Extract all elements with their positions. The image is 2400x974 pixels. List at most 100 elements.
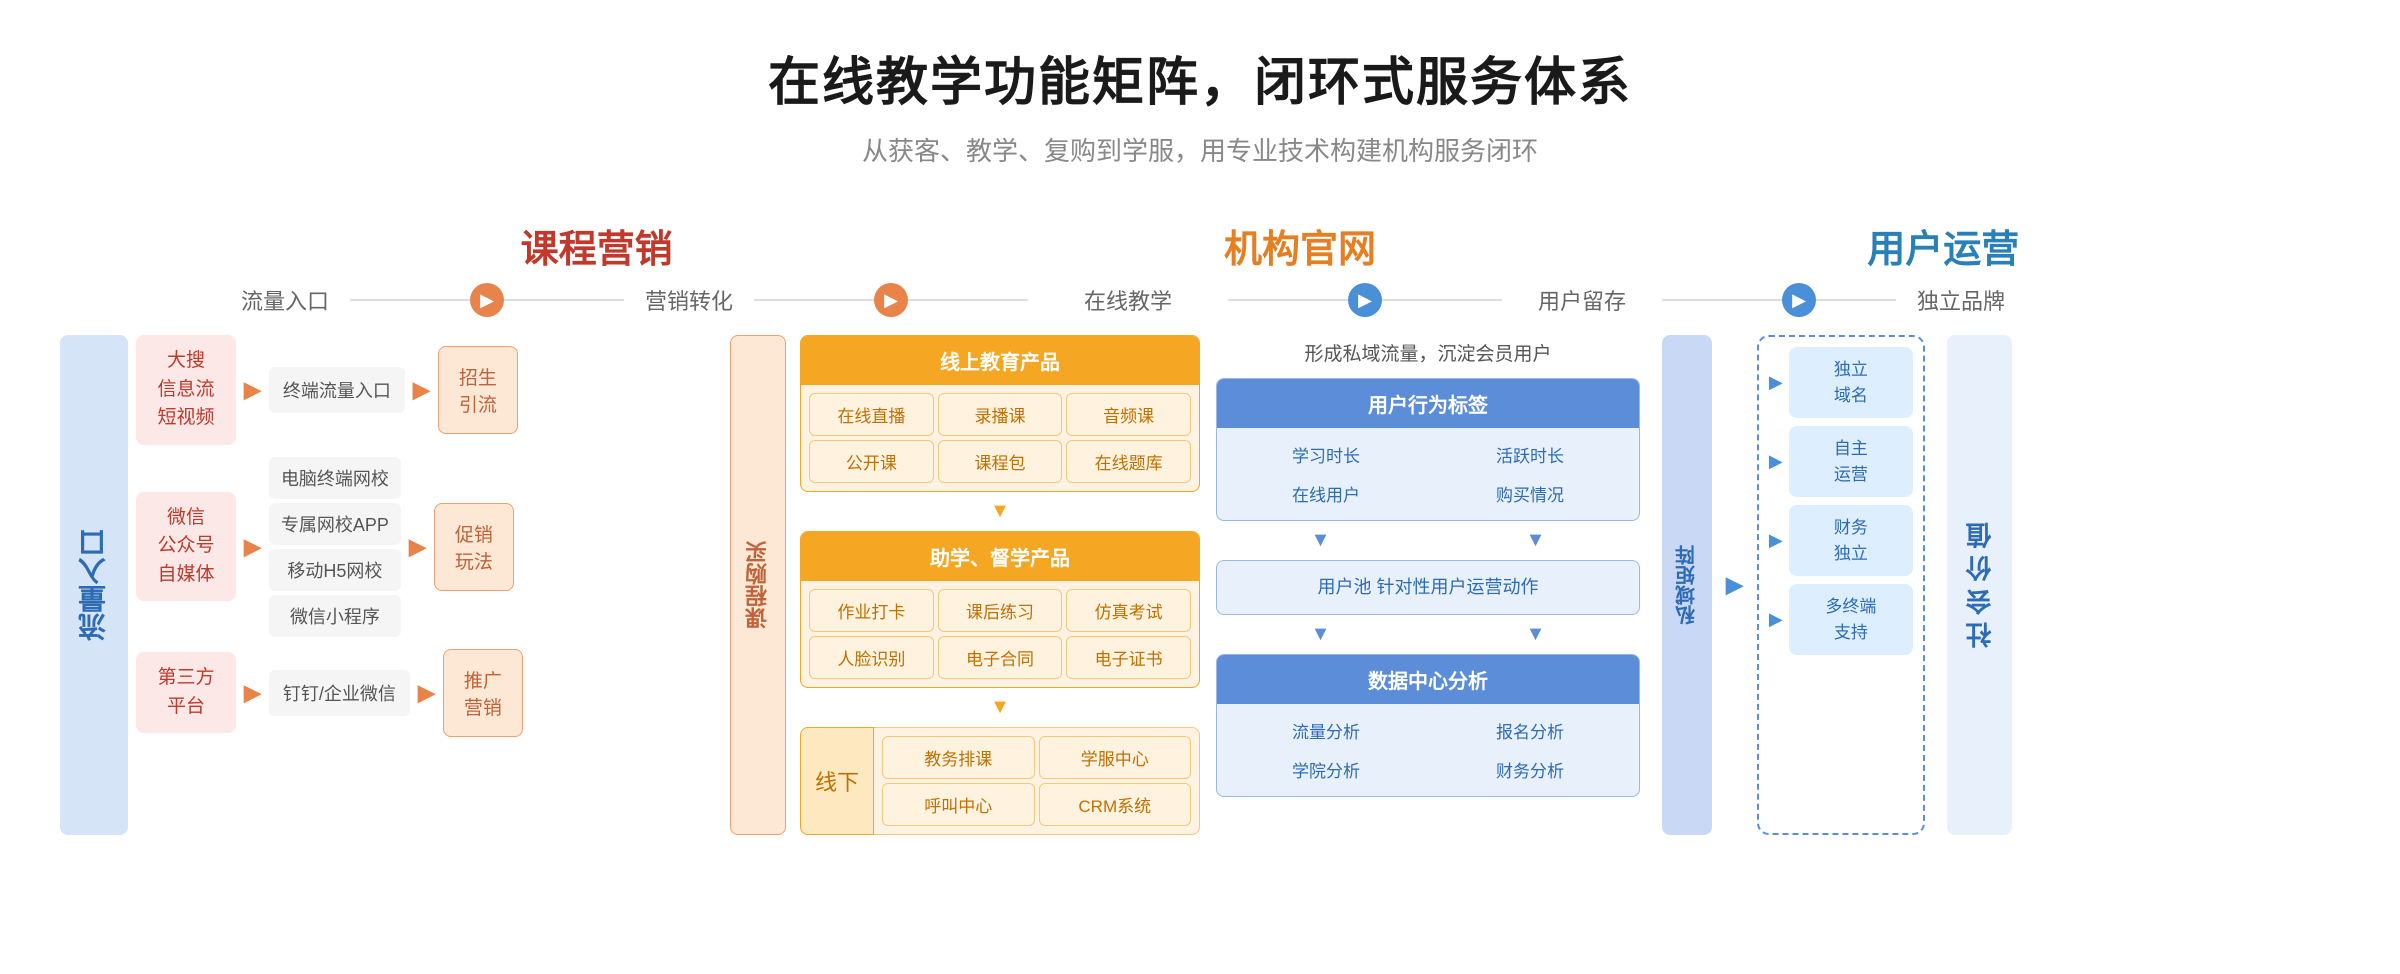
down-arrows-row: ▼ ▼ — [1216, 529, 1640, 552]
endpoint-2-2: 专属网校APP — [269, 503, 401, 545]
endpoints-2: 电脑终端网校 专属网校APP 移动H5网校 微信小程序 — [269, 457, 401, 637]
assist-3: 仿真考试 — [1066, 589, 1191, 632]
online-products-section: 线上教育产品 在线直播 录播课 音频课 公开课 课程包 在线题库 — [800, 335, 1200, 492]
assist-5: 电子合同 — [938, 636, 1063, 679]
endpoint-1-1: 终端流量入口 — [269, 367, 405, 413]
arrow-2: ▶ — [244, 534, 261, 560]
brand-item-2-row: ▶ 自主运营 — [1769, 426, 1913, 497]
arrow-blue-1: ▶ — [1348, 283, 1382, 317]
arrow-2b: ▶ — [409, 534, 426, 560]
data-center-section: 数据中心分析 流量分析 报名分析 学院分析 财务分析 — [1216, 654, 1640, 797]
page-wrapper: 在线教学功能矩阵，闭环式服务体系 从获客、教学、复购到学服，用专业技术构建机构服… — [0, 0, 2400, 875]
down-arrow-6: ▼ — [1431, 623, 1640, 646]
endpoints-3: 钉钉/企业微信 — [269, 670, 410, 716]
course-buy-label: 课程购买 — [730, 335, 786, 835]
brand-item-4: 多终端支持 — [1789, 584, 1913, 655]
brand-item-1: 独立域名 — [1789, 347, 1913, 418]
col-header-official: 机构官网 — [1090, 218, 1510, 273]
arrow-orange-2: ▶ — [874, 283, 908, 317]
brand-arrow-3: ▶ — [1769, 530, 1783, 551]
stage-online: 在线教学 — [1028, 284, 1228, 316]
traffic-source-2: 微信公众号自媒体 — [136, 492, 236, 602]
line2 — [504, 299, 624, 301]
data-grid: 流量分析 报名分析 学院分析 财务分析 — [1217, 704, 1639, 796]
brand-col: ▶ 独立域名 ▶ 自主运营 ▶ 财务独立 ▶ 多终端支持 — [1751, 335, 1931, 835]
col-headers: 课程营销 机构官网 用户运营 — [60, 218, 2340, 273]
traffic-source-3: 第三方平台 — [136, 652, 236, 733]
behavior-4: 购买情况 — [1431, 477, 1629, 510]
page-subtitle: 从获客、教学、复购到学服，用专业技术构建机构服务闭环 — [60, 131, 2340, 168]
online-products-header: 线上教育产品 — [801, 336, 1199, 385]
endpoints-1: 终端流量入口 — [269, 367, 405, 413]
offline-label: 线下 — [800, 727, 874, 835]
down-arrow-3: ▼ — [1216, 529, 1425, 552]
assist-4: 人脸识别 — [809, 636, 934, 679]
behavior-3: 在线用户 — [1227, 477, 1425, 510]
flow-entry-label: 流量入口 — [60, 335, 128, 835]
line8 — [1816, 299, 1896, 301]
offline-1: 教务排课 — [882, 736, 1034, 779]
line7 — [1662, 299, 1782, 301]
data-2: 报名分析 — [1431, 714, 1629, 747]
arrow-1: ▶ — [244, 377, 261, 403]
retention-col: 形成私域流量，沉淀会员用户 用户行为标签 学习时长 活跃时长 在线用户 购买情况… — [1208, 335, 1648, 835]
down-arrow-2: ▼ — [800, 696, 1200, 719]
arrow-blue-2: ▶ — [1782, 283, 1816, 317]
endpoint-3-1: 钉钉/企业微信 — [269, 670, 410, 716]
brand-arrow-2: ▶ — [1769, 451, 1783, 472]
product-3: 音频课 — [1066, 393, 1191, 436]
online-teaching-col: 线上教育产品 在线直播 录播课 音频课 公开课 课程包 在线题库 ▼ 助学、督学… — [800, 335, 1200, 835]
product-1: 在线直播 — [809, 393, 934, 436]
brand-arrow-1: ▶ — [1769, 372, 1783, 393]
assist-2: 课后练习 — [938, 589, 1063, 632]
assist-section: 助学、督学产品 作业打卡 课后练习 仿真考试 人脸识别 电子合同 电子证书 — [800, 531, 1200, 688]
stage-retention: 用户留存 — [1502, 284, 1662, 316]
main-content: 流量入口 大搜信息流短视频 ▶ 终端流量入口 ▶ 招生引流 微信公众号自媒体 ▶… — [60, 335, 2340, 835]
assist-header: 助学、督学产品 — [801, 532, 1199, 581]
behavior-2: 活跃时长 — [1431, 438, 1629, 471]
product-4: 公开课 — [809, 440, 934, 483]
brand-item-2: 自主运营 — [1789, 426, 1913, 497]
product-6: 在线题库 — [1066, 440, 1191, 483]
online-products-grid: 在线直播 录播课 音频课 公开课 课程包 在线题库 — [801, 385, 1199, 491]
endpoint-2-1: 电脑终端网校 — [269, 457, 401, 499]
line3 — [754, 299, 874, 301]
assist-grid: 作业打卡 课后练习 仿真考试 人脸识别 电子合同 电子证书 — [801, 581, 1199, 687]
conversion-3: 推广营销 — [443, 649, 523, 737]
private-domain-label: 私域矩阵 — [1662, 335, 1712, 835]
behavior-header: 用户行为标签 — [1217, 379, 1639, 428]
offline-2: 学服中心 — [1039, 736, 1192, 779]
offline-3: 呼叫中心 — [882, 783, 1034, 826]
private-flow-text: 形成私域流量，沉淀会员用户 — [1216, 335, 1640, 370]
brand-item-4-row: ▶ 多终端支持 — [1769, 584, 1913, 655]
traffic-group-3: 第三方平台 ▶ 钉钉/企业微信 ▶ 推广营销 — [136, 649, 716, 737]
line5 — [1228, 299, 1348, 301]
traffic-group-1: 大搜信息流短视频 ▶ 终端流量入口 ▶ 招生引流 — [136, 335, 716, 445]
data-1: 流量分析 — [1227, 714, 1425, 747]
arrow-3b: ▶ — [418, 680, 435, 706]
down-arrow-5: ▼ — [1216, 623, 1425, 646]
user-pool: 用户池 针对性用户运营动作 — [1216, 560, 1640, 615]
offline-4: CRM系统 — [1039, 783, 1192, 826]
brand-arrow-4: ▶ — [1769, 609, 1783, 630]
product-2: 录播课 — [938, 393, 1063, 436]
behavior-section: 用户行为标签 学习时长 活跃时长 在线用户 购买情况 — [1216, 378, 1640, 521]
arrow-1b: ▶ — [413, 377, 430, 403]
flow-stage-row: 流量入口 ▶ 营销转化 ▶ 在线教学 ▶ 用户留存 ▶ 独立品牌 — [60, 283, 2340, 317]
col-header-operations: 用户运营 — [1743, 218, 2143, 273]
marketing-section: 大搜信息流短视频 ▶ 终端流量入口 ▶ 招生引流 微信公众号自媒体 ▶ 电脑终端… — [136, 335, 716, 835]
data-3: 学院分析 — [1227, 753, 1425, 786]
behavior-1: 学习时长 — [1227, 438, 1425, 471]
behavior-grid: 学习时长 活跃时长 在线用户 购买情况 — [1217, 428, 1639, 520]
stage-traffic: 流量入口 — [220, 284, 350, 316]
arrow-orange-1: ▶ — [470, 283, 504, 317]
traffic-source-1: 大搜信息流短视频 — [136, 335, 236, 445]
brand-item-3-row: ▶ 财务独立 — [1769, 505, 1913, 576]
data-center-header: 数据中心分析 — [1217, 655, 1639, 704]
down-arrow-4: ▼ — [1431, 529, 1640, 552]
traffic-group-2: 微信公众号自媒体 ▶ 电脑终端网校 专属网校APP 移动H5网校 微信小程序 ▶… — [136, 457, 716, 637]
brand-item-3: 财务独立 — [1789, 505, 1913, 576]
line4 — [908, 299, 1028, 301]
data-4: 财务分析 — [1431, 753, 1629, 786]
down-arrow-1: ▼ — [800, 500, 1200, 523]
